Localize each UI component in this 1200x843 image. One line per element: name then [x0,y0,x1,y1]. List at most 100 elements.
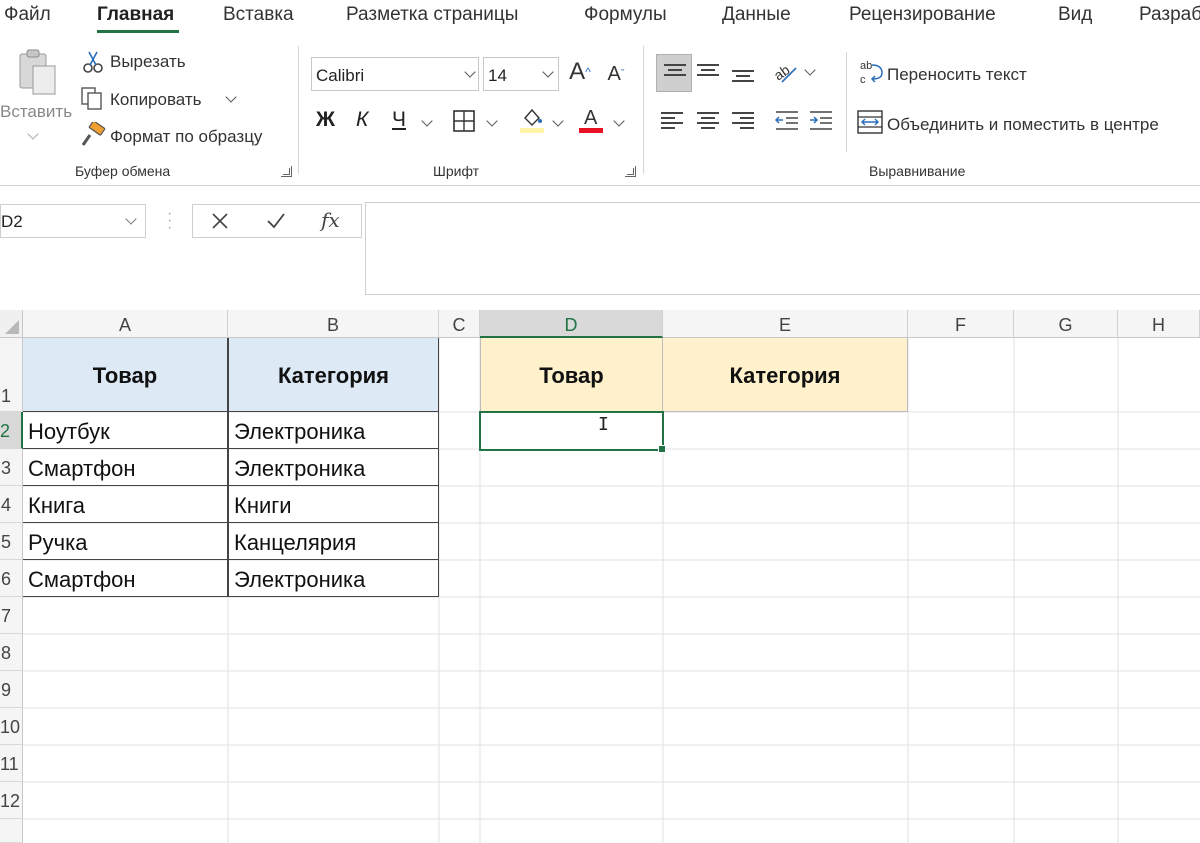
clipboard-launcher-icon[interactable] [281,166,292,177]
ribbon-separator [643,46,644,174]
underline-chevron-icon[interactable] [421,115,433,127]
align-top-button[interactable] [656,54,692,92]
name-box-value: D2 [1,212,23,231]
source-header-product[interactable]: Товар [23,338,228,412]
table-row-cell[interactable]: Смартфон [23,449,228,486]
row-header-13[interactable] [0,819,23,843]
merge-center-icon [857,110,883,134]
column-header-d[interactable]: D [480,310,663,338]
increase-font-size-icon[interactable]: A ^ [565,56,595,88]
tab-file[interactable]: Файл [4,4,51,26]
table-row-cell[interactable]: Канцелярия [228,523,439,560]
column-header-e[interactable]: E [663,310,908,338]
row-header-10[interactable]: 10 [0,708,23,745]
font-size-select[interactable]: 14 [483,57,559,91]
target-header-product[interactable]: Товар [480,338,663,412]
copy-icon [80,86,104,112]
bold-button[interactable]: Ж [316,108,335,132]
paste-icon[interactable] [14,48,62,98]
table-row-cell[interactable]: Электроника [228,412,439,449]
font-name-chevron-icon [464,66,476,78]
formula-input[interactable] [365,202,1200,295]
font-size-chevron-icon [542,66,554,78]
font-size-value: 14 [488,66,507,85]
tab-developer[interactable]: Разраб [1139,4,1200,26]
orientation-icon[interactable]: ab [772,58,800,86]
row-header-2[interactable]: 2 [0,412,23,449]
table-row-cell[interactable]: Смартфон [23,560,228,597]
copy-button[interactable]: Копировать [110,90,202,110]
increase-indent-icon[interactable] [808,108,834,132]
tab-view[interactable]: Вид [1058,4,1092,26]
borders-icon[interactable] [452,109,476,133]
table-row-cell[interactable]: Электроника [228,449,439,486]
wrap-text-button[interactable]: Переносить текст [887,65,1027,85]
fill-color-chevron-icon[interactable] [552,115,564,127]
name-box[interactable]: D2 [0,204,146,238]
borders-chevron-icon[interactable] [486,115,498,127]
tab-home[interactable]: Главная [97,4,174,26]
decrease-indent-icon[interactable] [774,108,800,132]
spreadsheet-grid: A B C D E F G H 1 2 3 4 5 6 7 8 9 10 11 … [0,310,1200,843]
row-header-11[interactable]: 11 [0,745,23,782]
table-row-cell[interactable]: Ноутбук [23,412,228,449]
row-header-6[interactable]: 6 [0,560,23,597]
formula-bar-grip-icon[interactable]: · · · [167,206,172,236]
table-row-cell[interactable]: Ручка [23,523,228,560]
table-row-cell[interactable]: Книга [23,486,228,523]
orientation-chevron-icon[interactable] [804,64,816,76]
svg-text:ab: ab [772,61,793,83]
text-cursor-icon: I [598,414,609,435]
column-header-c[interactable]: C [439,310,480,338]
tab-review[interactable]: Рецензирование [849,4,996,26]
tab-page-layout[interactable]: Разметка страницы [346,4,518,26]
cut-button[interactable]: Вырезать [110,52,186,72]
target-header-category[interactable]: Категория [663,338,908,412]
active-cell-d2[interactable] [479,411,666,453]
paste-dropdown-chevron-icon[interactable] [27,128,39,140]
italic-button[interactable]: К [356,108,368,132]
ribbon-separator [298,46,299,174]
tab-insert[interactable]: Вставка [223,4,294,26]
format-painter-icon [80,122,106,148]
table-row-cell[interactable]: Электроника [228,560,439,597]
font-color-chevron-icon[interactable] [613,115,625,127]
underline-button[interactable]: Ч [392,108,406,132]
paste-button[interactable]: Вставить [0,102,72,122]
insert-function-button[interactable]: fx [321,208,340,232]
row-header-5[interactable]: 5 [0,523,23,560]
column-header-a[interactable]: A [23,310,228,338]
cancel-icon[interactable] [209,210,231,232]
row-header-12[interactable]: 12 [0,782,23,819]
enter-check-icon[interactable] [265,210,287,232]
column-header-h[interactable]: H [1118,310,1200,338]
tab-data[interactable]: Данные [722,4,791,26]
tab-formulas[interactable]: Формулы [584,4,667,26]
font-color-icon[interactable]: A [578,104,604,134]
merge-center-button[interactable]: Объединить и поместить в центре [887,115,1159,135]
row-header-4[interactable]: 4 [0,486,23,523]
copy-dropdown-chevron-icon[interactable] [225,91,237,103]
font-name-select[interactable]: Calibri [311,57,479,91]
row-header-8[interactable]: 8 [0,634,23,671]
name-box-chevron-icon[interactable] [125,213,137,225]
clipboard-group-label: Буфер обмена [75,163,171,179]
source-header-category[interactable]: Категория [228,338,439,412]
svg-text:c: c [860,74,866,86]
column-header-f[interactable]: F [908,310,1014,338]
table-row-cell[interactable]: Книги [228,486,439,523]
decrease-font-size-icon[interactable]: Aˇ [602,59,630,89]
column-header-g[interactable]: G [1014,310,1118,338]
format-painter-button[interactable]: Формат по образцу [110,127,262,147]
fill-color-icon[interactable] [519,106,545,134]
select-all-button[interactable] [0,310,23,338]
formula-bar: D2 · · · fx [0,186,1200,310]
alignment-group-label: Выравнивание [869,163,966,179]
column-header-b[interactable]: B [228,310,439,338]
font-launcher-icon[interactable] [625,166,636,177]
row-header-9[interactable]: 9 [0,671,23,708]
row-header-7[interactable]: 7 [0,597,23,634]
row-header-1[interactable]: 1 [0,338,23,412]
svg-text:A: A [584,107,598,129]
row-header-3[interactable]: 3 [0,449,23,486]
